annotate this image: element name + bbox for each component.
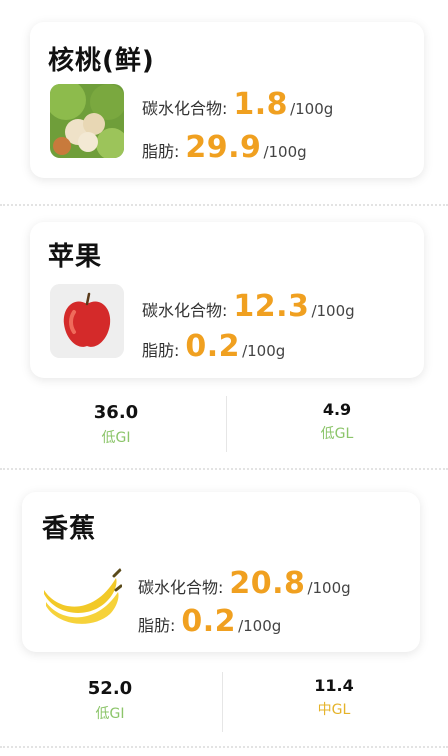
food-name: 香蕉 [42, 514, 97, 544]
fat-label: 脂肪: [138, 616, 176, 635]
gl-label: 低GL [320, 426, 354, 442]
carb-value: 12.3 [233, 289, 310, 324]
section-divider [0, 746, 448, 748]
banana-photo-icon [38, 564, 122, 630]
fat-unit: /100g [238, 617, 282, 635]
fat-label: 脂肪: [142, 341, 180, 360]
carb-label: 碳水化合物: [142, 301, 228, 320]
carb-label: 碳水化合物: [138, 578, 224, 597]
food-name: 核桃(鲜) [48, 46, 155, 76]
carb-row: 碳水化合物: 12.3 /100g [142, 289, 355, 324]
stat-separator [226, 396, 227, 452]
gi-value: 36.0 [93, 402, 139, 423]
gl-stat: 4.9 低GL [257, 400, 417, 443]
section-divider [0, 468, 448, 470]
fat-unit: /100g [263, 143, 307, 161]
stat-separator [222, 672, 223, 732]
carb-value: 20.8 [229, 566, 306, 601]
gi-stat: 52.0 低GI [30, 678, 190, 723]
fat-value: 0.2 [181, 604, 237, 639]
food-card-apple[interactable]: 苹果 碳水化合物: 12.3 /100g 脂肪: 0.2 /100g [30, 222, 424, 378]
fat-unit: /100g [242, 342, 286, 360]
gl-value: 4.9 [322, 400, 352, 419]
fat-row: 脂肪: 0.2 /100g [142, 329, 285, 364]
carb-label: 碳水化合物: [142, 99, 228, 118]
carb-unit: /100g [311, 302, 355, 320]
gi-label: 低GI [95, 706, 125, 722]
gi-value: 52.0 [87, 678, 133, 699]
apple-photo-icon [50, 284, 124, 358]
fat-value: 0.2 [185, 329, 241, 364]
food-card-walnut[interactable]: 核桃(鲜) 碳水化合物: 1.8 /100g 脂肪: 29.9 /100g [30, 22, 424, 178]
fat-row: 脂肪: 29.9 /100g [142, 130, 307, 165]
gl-stat: 11.4 中GL [254, 676, 414, 719]
fat-row: 脂肪: 0.2 /100g [138, 604, 281, 639]
carb-row: 碳水化合物: 1.8 /100g [142, 87, 333, 122]
gi-stat: 36.0 低GI [36, 402, 196, 447]
carb-unit: /100g [290, 100, 334, 118]
fat-label: 脂肪: [142, 142, 180, 161]
gl-label: 中GL [317, 702, 351, 718]
carb-unit: /100g [307, 579, 351, 597]
carb-row: 碳水化合物: 20.8 /100g [138, 566, 351, 601]
gi-label: 低GI [101, 430, 131, 446]
section-divider [0, 204, 448, 206]
food-list-page: 核桃(鲜) 碳水化合物: 1.8 /100g 脂肪: 29.9 /100g 苹果… [0, 0, 448, 756]
walnut-photo-icon [50, 84, 124, 158]
food-name: 苹果 [48, 242, 103, 272]
carb-value: 1.8 [233, 87, 289, 122]
fat-value: 29.9 [185, 130, 262, 165]
gl-value: 11.4 [314, 676, 354, 695]
food-card-banana[interactable]: 香蕉 碳水化合物: 20.8 /100g 脂肪: 0.2 /100g [22, 492, 420, 652]
